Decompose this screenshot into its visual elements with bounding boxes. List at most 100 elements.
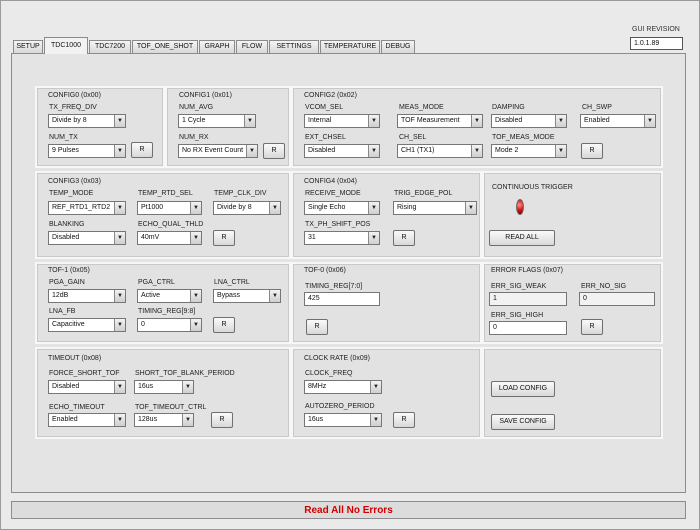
- ch-sel-select[interactable]: CH1 (TX1) ▼: [397, 144, 483, 158]
- load-config-button[interactable]: LOAD CONFIG: [491, 381, 555, 397]
- chevron-down-icon[interactable]: ▼: [368, 115, 379, 127]
- chevron-down-icon[interactable]: ▼: [555, 115, 566, 127]
- ch-sel-value: CH1 (TX1): [401, 147, 435, 154]
- config3-read-button[interactable]: R: [213, 230, 235, 246]
- ch-swp-select[interactable]: Enabled ▼: [580, 114, 656, 128]
- timing-reg-98-value: 0: [141, 321, 145, 328]
- chevron-down-icon[interactable]: ▼: [114, 319, 125, 331]
- chevron-down-icon[interactable]: ▼: [471, 145, 482, 157]
- tab-tdc1000[interactable]: TDC1000: [44, 37, 88, 54]
- clock-rate-read-button[interactable]: R: [393, 412, 415, 428]
- pga-gain-select[interactable]: 12dB ▼: [48, 289, 126, 303]
- chevron-down-icon[interactable]: ▼: [269, 290, 280, 302]
- damping-value: Disabled: [495, 117, 523, 124]
- chevron-down-icon[interactable]: ▼: [471, 115, 482, 127]
- clock-freq-select[interactable]: 8MHz ▼: [304, 380, 382, 394]
- chevron-down-icon[interactable]: ▼: [246, 145, 257, 157]
- force-short-tof-select[interactable]: Disabled ▼: [48, 380, 126, 394]
- temp-rtd-sel-select[interactable]: Pt1000 ▼: [137, 201, 202, 215]
- save-config-button[interactable]: SAVE CONFIG: [491, 414, 555, 430]
- chevron-down-icon[interactable]: ▼: [244, 115, 255, 127]
- tof0-read-button[interactable]: R: [306, 319, 328, 335]
- chevron-down-icon[interactable]: ▼: [114, 115, 125, 127]
- pga-gain-value: 12dB: [52, 292, 69, 299]
- lna-ctrl-select[interactable]: Bypass ▼: [213, 289, 281, 303]
- blanking-select[interactable]: Disabled ▼: [48, 231, 126, 245]
- status-led-icon[interactable]: [516, 199, 524, 215]
- tx-freq-div-select[interactable]: Divide by 8 ▼: [48, 114, 126, 128]
- config0-read-button[interactable]: R: [131, 142, 153, 158]
- tab-graph[interactable]: GRAPH: [199, 40, 235, 54]
- read-all-button[interactable]: READ ALL: [489, 230, 555, 246]
- chevron-down-icon[interactable]: ▼: [190, 202, 201, 214]
- num-rx-select[interactable]: No RX Event Count ▼: [178, 144, 258, 158]
- chevron-down-icon[interactable]: ▼: [644, 115, 655, 127]
- chevron-down-icon[interactable]: ▼: [368, 202, 379, 214]
- clock-freq-label: CLOCK_FREQ: [305, 370, 353, 377]
- temp-mode-value: REF_RTD1_RTD2: [52, 204, 111, 211]
- config2-read-button[interactable]: R: [581, 143, 603, 159]
- chevron-down-icon[interactable]: ▼: [368, 145, 379, 157]
- tab-tof-one-shot[interactable]: TOF_ONE_SHOT: [132, 40, 198, 54]
- receive-mode-select[interactable]: Single Echo ▼: [304, 201, 380, 215]
- tab-setup[interactable]: SETUP: [13, 40, 43, 54]
- vcom-sel-select[interactable]: Internal ▼: [304, 114, 380, 128]
- chevron-down-icon[interactable]: ▼: [269, 202, 280, 214]
- timeout-read-button[interactable]: R: [211, 412, 233, 428]
- temp-clk-div-label: TEMP_CLK_DIV: [214, 190, 267, 197]
- pga-ctrl-select[interactable]: Active ▼: [137, 289, 202, 303]
- chevron-down-icon[interactable]: ▼: [182, 381, 193, 393]
- chevron-down-icon[interactable]: ▼: [114, 202, 125, 214]
- error-flags-read-button[interactable]: R: [581, 319, 603, 335]
- tof-timeout-ctrl-select[interactable]: 128us ▼: [134, 413, 194, 427]
- tof1-read-button[interactable]: R: [213, 317, 235, 333]
- chevron-down-icon[interactable]: ▼: [368, 232, 379, 244]
- trig-edge-pol-label: TRIG_EDGE_POL: [394, 190, 453, 197]
- chevron-down-icon[interactable]: ▼: [190, 232, 201, 244]
- chevron-down-icon[interactable]: ▼: [465, 202, 476, 214]
- timeout-title: TIMEOUT (0x08): [48, 355, 102, 362]
- temp-clk-div-select[interactable]: Divide by 8 ▼: [213, 201, 281, 215]
- err-sig-high-value: 0: [489, 321, 567, 335]
- tab-flow[interactable]: FLOW: [236, 40, 268, 54]
- echo-qual-thld-select[interactable]: 40mV ▼: [137, 231, 202, 245]
- chevron-down-icon[interactable]: ▼: [114, 232, 125, 244]
- tab-temperature[interactable]: TEMPERATURE: [320, 40, 380, 54]
- tof-meas-mode-select[interactable]: Mode 2 ▼: [491, 144, 567, 158]
- chevron-down-icon[interactable]: ▼: [114, 381, 125, 393]
- tof1-title: TOF-1 (0x05): [48, 267, 90, 274]
- autozero-period-value: 16us: [308, 416, 324, 423]
- chevron-down-icon[interactable]: ▼: [182, 414, 193, 426]
- config4-read-button[interactable]: R: [393, 230, 415, 246]
- tab-settings[interactable]: SETTINGS: [269, 40, 319, 54]
- chevron-down-icon[interactable]: ▼: [555, 145, 566, 157]
- num-tx-select[interactable]: 9 Pulses ▼: [48, 144, 126, 158]
- trig-edge-pol-select[interactable]: Rising ▼: [393, 201, 477, 215]
- autozero-period-select[interactable]: 16us ▼: [304, 413, 382, 427]
- echo-timeout-select[interactable]: Enabled ▼: [48, 413, 126, 427]
- num-avg-select[interactable]: 1 Cycle ▼: [178, 114, 256, 128]
- meas-mode-select[interactable]: TOF Measurement ▼: [397, 114, 483, 128]
- chevron-down-icon[interactable]: ▼: [190, 290, 201, 302]
- err-no-sig-value: 0: [579, 292, 655, 306]
- tab-debug[interactable]: DEBUG: [381, 40, 415, 54]
- tab-tdc7200[interactable]: TDC7200: [89, 40, 131, 54]
- chevron-down-icon[interactable]: ▼: [114, 290, 125, 302]
- lna-fb-select[interactable]: Capacitive ▼: [48, 318, 126, 332]
- chevron-down-icon[interactable]: ▼: [370, 414, 381, 426]
- ext-chsel-select[interactable]: Disabled ▼: [304, 144, 380, 158]
- timing-reg-98-select[interactable]: 0 ▼: [137, 318, 202, 332]
- echo-timeout-value: Enabled: [52, 416, 78, 423]
- chevron-down-icon[interactable]: ▼: [114, 414, 125, 426]
- tx-ph-shift-pos-select[interactable]: 31 ▼: [304, 231, 380, 245]
- damping-label: DAMPING: [492, 104, 525, 111]
- config1-read-button[interactable]: R: [263, 143, 285, 159]
- damping-select[interactable]: Disabled ▼: [491, 114, 567, 128]
- short-tof-blank-period-select[interactable]: 16us ▼: [134, 380, 194, 394]
- timing-reg-70-input[interactable]: 425: [304, 292, 380, 306]
- chevron-down-icon[interactable]: ▼: [370, 381, 381, 393]
- chevron-down-icon[interactable]: ▼: [114, 145, 125, 157]
- chevron-down-icon[interactable]: ▼: [190, 319, 201, 331]
- temp-mode-select[interactable]: REF_RTD1_RTD2 ▼: [48, 201, 126, 215]
- tx-ph-shift-pos-value: 31: [308, 234, 316, 241]
